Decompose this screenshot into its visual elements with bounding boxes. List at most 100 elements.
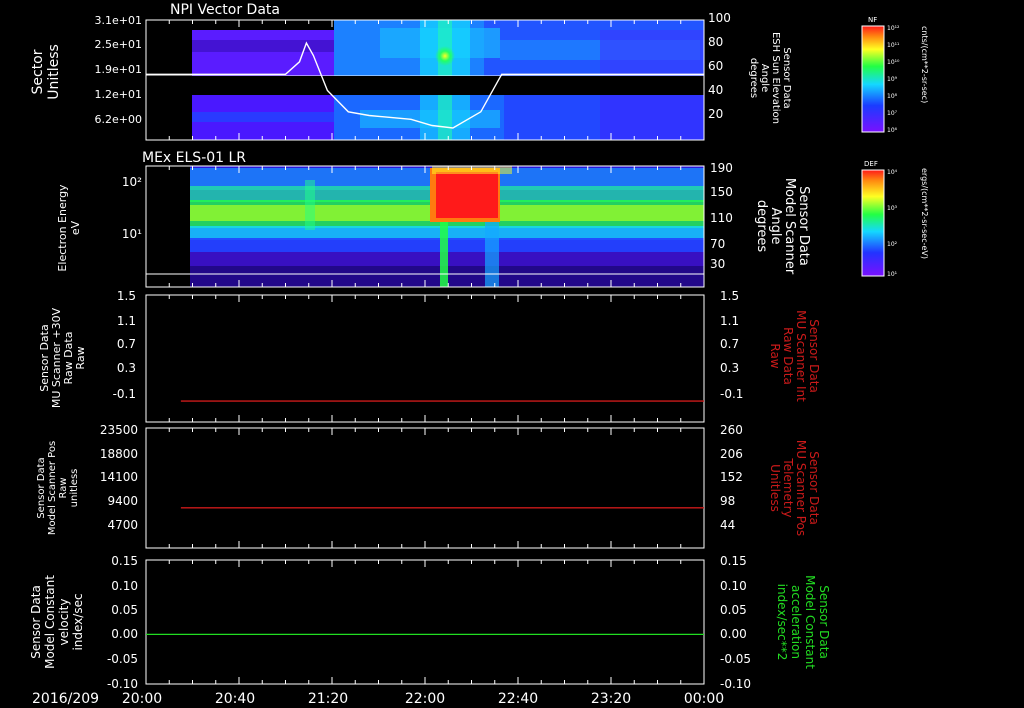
y2tick-label: 0.00	[720, 627, 747, 641]
npi-panel: NPI Vector Data 3.1e+01 2.5e+01 1.9e+01 …	[30, 2, 792, 141]
els-title: MEx ELS-01 LR	[142, 150, 246, 166]
ytick-label: 0.7	[117, 337, 136, 351]
y2tick-label: 40	[708, 83, 723, 97]
y2tick-label: 206	[720, 447, 743, 461]
y2tick-label: 1.1	[720, 314, 739, 328]
y2label-line: ESH Sun Elevation	[770, 32, 781, 124]
time-tick-label: 22:40	[498, 691, 538, 707]
ytick-label: 14100	[100, 470, 138, 484]
ytick-label: 1.1	[117, 314, 136, 328]
colorbar-label: 10¹⁰	[887, 59, 900, 66]
y2label-line: MU Scanner Pos	[794, 440, 808, 536]
ylabel-line: Model Constant	[43, 575, 57, 669]
npi-title: NPI Vector Data	[170, 2, 280, 18]
els-spectrogram	[190, 166, 704, 287]
ylabel-line: Sensor Data	[29, 585, 43, 659]
ylabel-line: Unitless	[46, 44, 62, 100]
panel5-y2label: Sensor Data Model Constant acceleration …	[775, 575, 831, 669]
ylabel-line: Model Scanner Pos	[47, 441, 58, 535]
panel3-ytick-labels: 1.5 1.1 0.7 0.3 -0.1	[113, 289, 136, 401]
y2label-line: Angle	[768, 208, 783, 245]
y2label-line: degrees	[754, 200, 769, 253]
ytick-label: 0.05	[111, 603, 138, 617]
panel4-frame	[145, 427, 705, 549]
ytick-label: 4700	[107, 518, 138, 532]
scanner-30v-panel: 1.5 1.1 0.7 0.3 -0.1 1.5 1.1 0.7 0.3 -0.…	[38, 289, 821, 423]
ylabel-line: Sector	[30, 49, 46, 94]
colorbar-label: 10⁴	[887, 169, 898, 176]
time-tick-label: 00:00	[684, 691, 724, 707]
ytick-label: 9400	[107, 494, 138, 508]
y2label-line: Model Scanner	[782, 178, 797, 275]
ytick-label: 10¹	[122, 227, 142, 241]
y2tick-label: 0.7	[720, 337, 739, 351]
ytick-label: 0.00	[111, 627, 138, 641]
colorbar-label: 10¹	[887, 271, 898, 278]
colorbar-unit: cnts/(cm**2-sr-sec)	[920, 26, 929, 103]
colorbar-unit: ergs/(cm**2-sr-sec-eV)	[920, 168, 929, 259]
y2tick-label: -0.05	[720, 652, 751, 666]
panel5-ytick-labels: 0.15 0.10 0.05 0.00 -0.05 -0.10	[107, 554, 138, 691]
ytick-label: 6.2e+00	[95, 113, 142, 126]
ytick-label: 2.5e+01	[95, 38, 142, 51]
ytick-label: 1.9e+01	[95, 63, 142, 76]
y2tick-label: 150	[710, 185, 733, 199]
plot-canvas: NPI Vector Data 3.1e+01 2.5e+01 1.9e+01 …	[29, 2, 929, 707]
ytick-label: -0.05	[107, 652, 138, 666]
y2label-line: degrees	[748, 58, 759, 98]
panel4-y2tick-labels: 260 206 152 98 44	[720, 423, 743, 532]
y2label-line: Model Constant	[803, 575, 817, 669]
ylabel-line: eV	[69, 220, 82, 235]
ylabel-line: index/sec	[71, 593, 85, 650]
colorbar-label: 10⁷	[887, 110, 898, 117]
npi-ylabel: Sector Unitless	[30, 44, 62, 100]
y2label-line: Unitless	[768, 464, 782, 512]
y2label-line: MU Scanner Int	[794, 310, 808, 402]
time-tick-label: 22:00	[405, 691, 445, 707]
panel5-y2tick-labels: 0.15 0.10 0.05 0.00 -0.05 -0.10	[720, 554, 751, 691]
def-colorbar: DEF 10⁴ 10³ 10² 10¹ ergs/(cm**2-sr-sec-e…	[861, 160, 929, 278]
ytick-label: 1.5	[117, 289, 136, 303]
y2label-line: Sensor Data	[796, 186, 811, 266]
colorbar-label: 10⁶	[887, 127, 898, 134]
y2tick-label: 60	[708, 59, 723, 73]
time-tick-label: 20:40	[215, 691, 255, 707]
ytick-label: 10²	[122, 175, 142, 189]
panel4-y2label: Sensor Data MU Scanner Pos Telemetry Uni…	[768, 440, 821, 536]
time-tick-label: 20:00	[122, 691, 162, 707]
colorbar-label: 10⁹	[887, 76, 898, 83]
y2tick-label: 70	[710, 237, 725, 251]
panel3-y2label: Sensor Data MU Scanner Int Raw Data Raw	[768, 310, 821, 402]
y2tick-label: -0.10	[720, 677, 751, 691]
colorbar-label: 10¹¹	[887, 42, 900, 49]
ytick-label: -0.1	[113, 387, 136, 401]
scanner-pos-panel: 23500 18800 14100 9400 4700 260 206 152 …	[36, 423, 821, 549]
ytick-label: -0.10	[107, 677, 138, 691]
colorbar-gradient	[861, 169, 885, 277]
y2label-line: index/sec**2	[775, 584, 789, 661]
velocity-panel: 0.15 0.10 0.05 0.00 -0.05 -0.10 0.15 0.1…	[29, 554, 831, 691]
ytick-label: 0.3	[117, 361, 136, 375]
y2tick-label: 0.15	[720, 554, 747, 568]
colorbar-label: 10³	[887, 205, 898, 212]
ytick-label: 1.2e+01	[95, 88, 142, 101]
y2tick-label: 190	[710, 161, 733, 175]
colorbar-label: 10⁸	[887, 93, 898, 100]
panel5-ylabel: Sensor Data Model Constant velocity inde…	[29, 575, 85, 669]
time-tick-label: 23:20	[591, 691, 631, 707]
y2tick-label: 30	[710, 257, 725, 271]
y2tick-label: 0.05	[720, 603, 747, 617]
y2label-line: acceleration	[789, 585, 803, 659]
els-ytick-labels: 10² 10¹	[122, 175, 142, 241]
y2tick-label: 98	[720, 494, 735, 508]
ylabel-line: Sensor Data	[36, 457, 47, 518]
ylabel-line: Raw	[58, 477, 69, 498]
y2label-line: Raw Data	[781, 327, 795, 385]
y2tick-label: 100	[708, 11, 731, 25]
colorbar-label: 10¹²	[887, 25, 900, 32]
panel4-ytick-labels: 23500 18800 14100 9400 4700	[100, 423, 138, 532]
y2tick-label: -0.1	[720, 387, 743, 401]
y2tick-label: 80	[708, 35, 723, 49]
y2label-line: Sensor Data	[817, 585, 831, 659]
npi-y2label: Sensor Data ESH Sun Elevation Angle degr…	[748, 32, 792, 124]
